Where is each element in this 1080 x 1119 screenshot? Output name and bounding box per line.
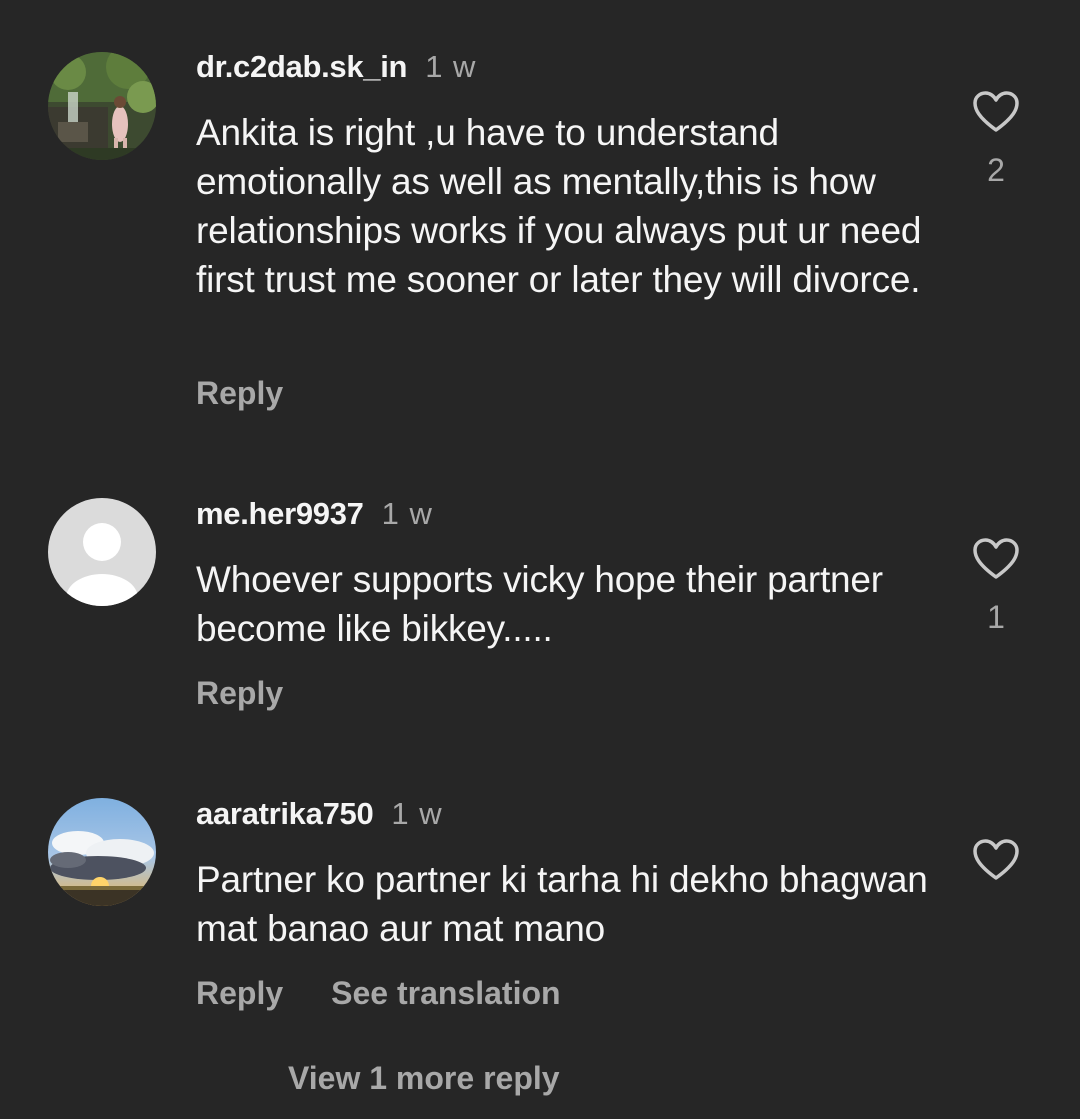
comment-meta: dr.c2dab.sk_in 1 w [196,47,476,87]
comment-text: Whoever supports vicky hope their partne… [196,559,883,649]
like-count: 2 [987,152,1005,188]
like-control [970,838,1022,882]
username[interactable]: aaratrika750 [196,796,374,831]
like-control: 2 [970,90,1022,190]
comment-actions: Reply See translation [196,973,561,1013]
comments-list: dr.c2dab.sk_in 1 w Ankita is right ,u hav… [0,0,1080,1119]
reply-button[interactable]: Reply [196,673,283,713]
timestamp: 1 w [425,49,477,84]
comment-text: Ankita is right ,u have to understand em… [196,112,922,300]
reply-button[interactable]: Reply [196,973,283,1013]
heart-outline-icon[interactable] [972,90,1020,134]
heart-outline-icon[interactable] [972,838,1020,882]
like-control: 1 [970,537,1022,637]
comment-text: Partner ko partner ki tarha hi dekho bha… [196,859,928,949]
timestamp: 1 w [391,796,443,831]
default-profile-icon [48,498,156,606]
comment-meta: me.her9937 1 w [196,494,433,534]
heart-outline-icon[interactable] [972,537,1020,581]
avatar[interactable] [48,498,156,606]
username[interactable]: me.her9937 [196,496,364,531]
see-translation-button[interactable]: See translation [331,973,560,1013]
reply-button[interactable]: Reply [196,373,283,413]
avatar[interactable] [48,798,156,906]
timestamp: 1 w [381,496,433,531]
avatar[interactable] [48,52,156,160]
view-more-replies-button[interactable]: View 1 more reply [288,1058,560,1098]
comment-actions: Reply [196,673,283,713]
comment-meta: aaratrika750 1 w [196,794,443,834]
like-count: 1 [987,599,1005,635]
comment-actions: Reply [196,373,283,413]
avatar-image-waterfall [48,52,156,160]
avatar-image-sunset [48,798,156,906]
username[interactable]: dr.c2dab.sk_in [196,49,407,84]
